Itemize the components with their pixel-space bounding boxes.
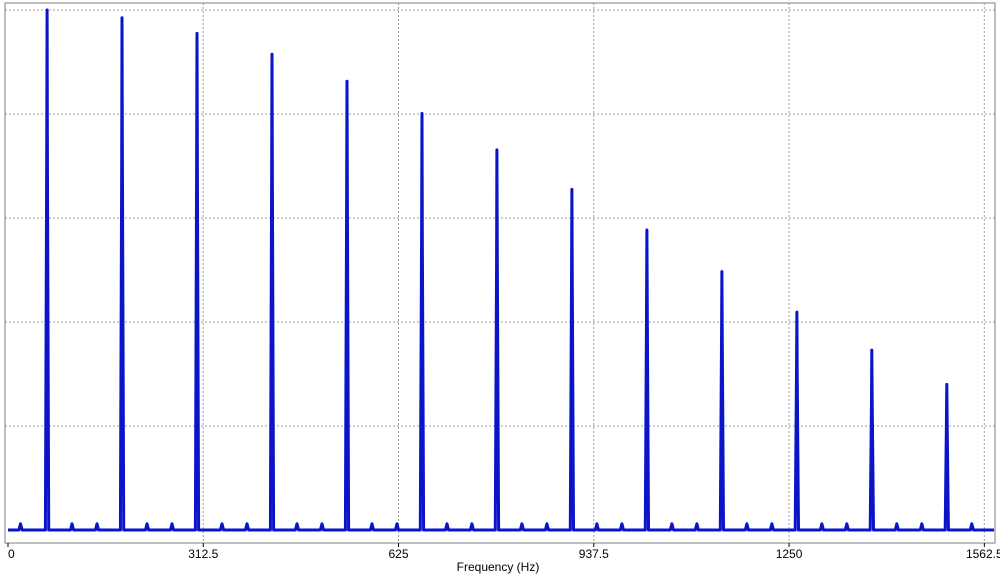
peak-point	[495, 148, 499, 152]
x-tick-label: 1562.5	[966, 547, 1000, 561]
peak-point	[120, 16, 124, 19]
x-tick-label: 0	[8, 547, 15, 561]
peak-point	[870, 348, 874, 352]
x-tick-label: 625	[389, 547, 409, 561]
peak-point	[570, 188, 574, 191]
peak-point	[795, 310, 799, 314]
peak-point	[45, 8, 49, 12]
x-axis-label: Frequency (Hz)	[457, 560, 540, 574]
x-tick-label: 1250	[776, 547, 803, 561]
plot-background	[5, 3, 995, 543]
x-tick-label: 937.5	[579, 547, 609, 561]
x-tick-label: 312.5	[188, 547, 218, 561]
peak-point	[345, 80, 349, 83]
peak-point	[645, 228, 649, 232]
x-axis-ticks: 0 312.5 625 937.5 1250 1562.5	[7, 543, 1000, 561]
spectrum-chart: 0 312.5 625 937.5 1250 1562.5 Frequency (Hz)	[4, 2, 1000, 574]
peak-point	[420, 112, 424, 115]
peak-point	[195, 32, 199, 35]
peak-point	[720, 270, 724, 273]
peak-point	[270, 53, 274, 56]
peak-point	[945, 383, 949, 386]
